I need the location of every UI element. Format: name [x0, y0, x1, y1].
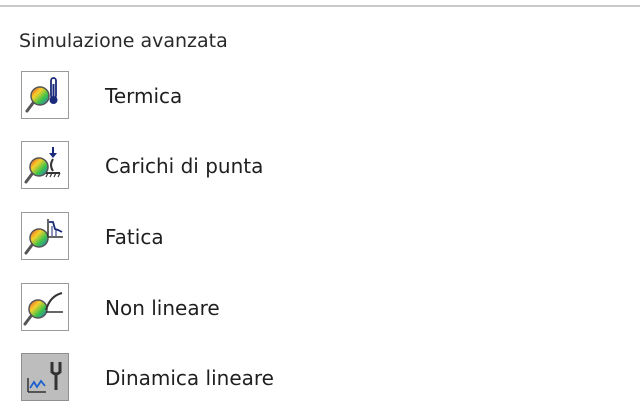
- top-divider: [0, 5, 640, 7]
- study-item-label: Termica: [105, 84, 183, 108]
- study-item-dinamica-lineare[interactable]: Dinamica lineare: [18, 353, 578, 403]
- study-item-label: Dinamica lineare: [105, 366, 274, 390]
- buckling-study-icon: [21, 141, 69, 189]
- study-item-label: Non lineare: [105, 296, 220, 320]
- linear-dynamic-study-icon: [21, 353, 69, 401]
- nonlinear-study-icon: [21, 283, 69, 331]
- study-item-fatica[interactable]: Fatica: [18, 212, 578, 262]
- study-item-non-lineare[interactable]: Non lineare: [18, 283, 578, 333]
- section-title: Simulazione avanzata: [19, 30, 228, 52]
- study-item-label: Fatica: [105, 225, 164, 249]
- study-item-termica[interactable]: Termica: [18, 71, 578, 121]
- thermal-study-icon: [21, 71, 69, 119]
- study-item-label: Carichi di punta: [105, 154, 264, 178]
- fatigue-study-icon: [21, 212, 69, 260]
- study-item-carichi-di-punta[interactable]: Carichi di punta: [18, 141, 578, 191]
